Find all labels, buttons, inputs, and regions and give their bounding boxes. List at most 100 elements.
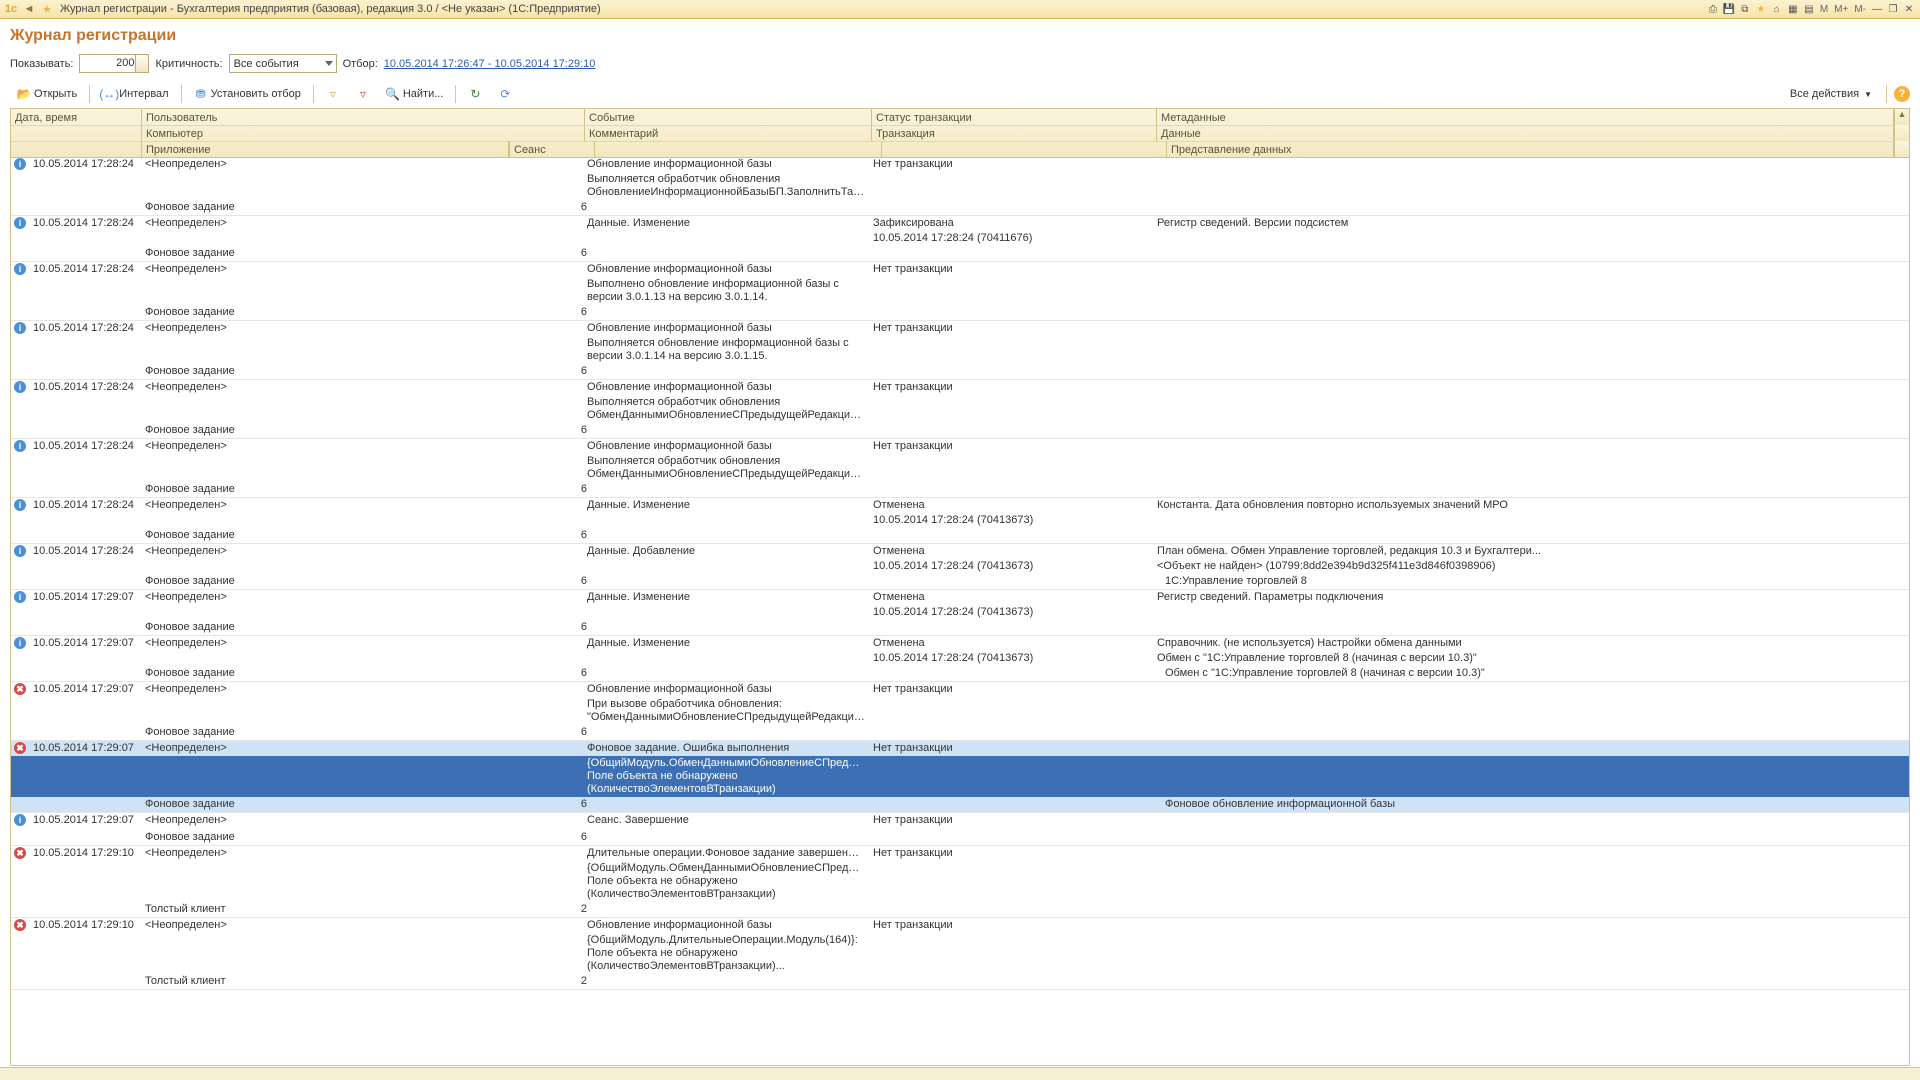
header-event[interactable]: Событие [585,109,872,125]
table-row[interactable]: i10.05.2014 17:28:24<Неопределен>Обновле… [11,157,1909,216]
home-icon[interactable]: ⌂ [1770,2,1784,16]
table-row[interactable]: i10.05.2014 17:28:24<Неопределен>Данные.… [11,216,1909,262]
cell-empty [591,725,877,740]
toolbar-separator [313,85,314,103]
row-spacer [11,620,29,635]
save-icon[interactable]: 💾 [1722,2,1736,16]
close-icon[interactable]: ✕ [1902,2,1916,16]
cell-session: 6 [507,364,591,379]
header-application[interactable]: Приложение [142,141,509,157]
row-spacer [11,861,29,902]
table-row[interactable]: ✖10.05.2014 17:29:07<Неопределен>Обновле… [11,682,1909,741]
cell-metadata [1153,682,1909,697]
cell-comment: {ОбщийМодуль.ДлительныеОперации.Модуль(1… [583,933,869,974]
set-filter-button[interactable]: ⛃Установить отбор [187,83,308,105]
cell-comment: Выполняется обновление информационной ба… [583,336,869,364]
memory-m[interactable]: M [1818,2,1830,16]
cell-empty [877,974,1161,989]
restore-icon[interactable]: ❐ [1886,2,1900,16]
table-row[interactable]: i10.05.2014 17:28:24<Неопределен>Обновле… [11,321,1909,380]
cell-empty [29,933,141,974]
favorite-small-icon[interactable]: ★ [1754,2,1768,16]
nav-back-icon[interactable]: ◄ [22,2,36,16]
find-button[interactable]: 🔍Найти... [379,83,451,105]
table-row[interactable]: i10.05.2014 17:29:07<Неопределен>Данные.… [11,636,1909,682]
memory-mminus[interactable]: M- [1852,2,1868,16]
open-button[interactable]: 📂Открыть [10,83,84,105]
cell-event: Данные. Изменение [583,590,869,605]
all-actions-button[interactable]: Все действия▼ [1783,83,1879,105]
cell-comment [583,651,869,666]
header-date[interactable]: Дата, время [11,109,142,125]
interval-icon: (↔) [102,87,116,101]
criticality-select[interactable]: Все события [229,54,337,73]
help-button[interactable]: ? [1894,86,1910,102]
cell-application: Фоновое задание [141,620,507,635]
cell-user: <Неопределен> [141,439,583,454]
calc-icon[interactable]: ▦ [1786,2,1800,16]
cell-data [1153,756,1909,797]
cell-date: 10.05.2014 17:28:24 [29,544,141,559]
header-computer[interactable]: Компьютер [142,125,585,141]
header-data-repr[interactable]: Представление данных [1167,141,1894,157]
header-tx-status[interactable]: Статус транзакции [872,109,1157,125]
cell-empty [29,756,141,797]
copy-icon[interactable]: ⧉ [1738,2,1752,16]
header-comment[interactable]: Комментарий [585,125,872,141]
filter-range-link[interactable]: 10.05.2014 17:26:47 - 10.05.2014 17:29:1… [384,58,596,70]
filter-current-button[interactable]: ▿ [319,83,347,105]
cell-event: Сеанс. Завершение [583,813,869,828]
refresh-button[interactable]: ⟳ [491,83,519,105]
cell-application: Фоновое задание [141,725,507,740]
cell-metadata [1153,813,1909,828]
table-row[interactable]: ✖10.05.2014 17:29:07<Неопределен>Фоновое… [11,741,1909,813]
table-row[interactable]: i10.05.2014 17:28:24<Неопределен>Обновле… [11,439,1909,498]
table-row[interactable]: i10.05.2014 17:28:24<Неопределен>Обновле… [11,380,1909,439]
header-data[interactable]: Данные [1157,125,1894,141]
cell-user: <Неопределен> [141,846,583,861]
row-spacer [11,395,29,423]
row-spacer [11,933,29,974]
row-spacer [11,305,29,320]
table-row[interactable]: i10.05.2014 17:28:24<Неопределен>Обновле… [11,262,1909,321]
table-row[interactable]: i10.05.2014 17:29:07<Неопределен>Сеанс. … [11,813,1909,846]
header-metadata[interactable]: Метаданные [1157,109,1894,125]
cell-event: Обновление информационной базы [583,439,869,454]
print-icon[interactable]: ⎙ [1706,2,1720,16]
cell-metadata: Справочник. (не используется) Настройки … [1153,636,1909,651]
row-spacer [11,830,29,845]
cell-comment: {ОбщийМодуль.ОбменДаннымиОбновлениеСПред… [583,756,869,797]
memory-mplus[interactable]: M+ [1832,2,1850,16]
header-transaction[interactable]: Транзакция [872,125,1157,141]
interval-button[interactable]: (↔)Интервал [95,83,175,105]
refresh-list-button[interactable]: ↻ [461,83,489,105]
header-session[interactable]: Сеанс [509,141,595,157]
table-row[interactable]: i10.05.2014 17:28:24<Неопределен>Данные.… [11,544,1909,590]
header-user[interactable]: Пользователь [142,109,585,125]
calendar-icon[interactable]: ▤ [1802,2,1816,16]
table-body[interactable]: i10.05.2014 17:28:24<Неопределен>Обновле… [11,157,1909,1065]
cell-computer [141,395,583,423]
scroll-top-button[interactable]: ▲ [1894,109,1909,125]
cell-metadata: Константа. Дата обновления повторно испо… [1153,498,1909,513]
cell-date: 10.05.2014 17:28:24 [29,262,141,277]
cell-metadata: План обмена. Обмен Управление торговлей,… [1153,544,1909,559]
cell-application: Фоновое задание [141,797,507,812]
cell-data-repr: 1С:Управление торговлей 8 [1161,574,1909,589]
cell-empty [877,528,1161,543]
favorite-icon[interactable]: ★ [40,2,54,16]
cell-empty [29,697,141,725]
minimize-icon[interactable]: — [1870,2,1884,16]
cell-empty [29,620,141,635]
row-status-icon: ✖ [11,846,29,861]
cell-data [1153,933,1909,974]
find-icon: 🔍 [386,87,400,101]
clear-filter-button[interactable]: ▿ [349,83,377,105]
table-row[interactable]: ✖10.05.2014 17:29:10<Неопределен>Длитель… [11,846,1909,918]
show-count-input[interactable]: 200 [79,54,149,73]
cell-metadata: Регистр сведений. Версии подсистем [1153,216,1909,231]
cell-empty [29,454,141,482]
table-row[interactable]: ✖10.05.2014 17:29:10<Неопределен>Обновле… [11,918,1909,990]
table-row[interactable]: i10.05.2014 17:28:24<Неопределен>Данные.… [11,498,1909,544]
table-row[interactable]: i10.05.2014 17:29:07<Неопределен>Данные.… [11,590,1909,636]
